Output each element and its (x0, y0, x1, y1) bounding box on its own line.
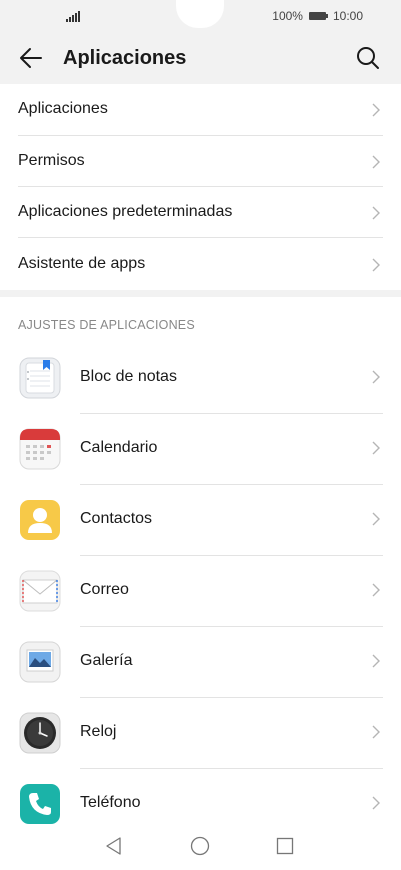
nav-recent-apps-icon[interactable] (276, 837, 294, 855)
app-item-label: Correo (80, 581, 129, 598)
chevron-right-icon (372, 155, 380, 169)
app-item-label: Galería (80, 652, 133, 669)
app-item-contacts[interactable]: Contactos (18, 485, 383, 556)
app-bar: Aplicaciones (0, 34, 401, 82)
settings-item-aplicaciones[interactable]: Aplicaciones (18, 84, 383, 136)
settings-card: Aplicaciones Permisos Aplicaciones prede… (0, 84, 401, 290)
chevron-right-icon (372, 103, 380, 117)
app-item-label: Reloj (80, 723, 117, 740)
contacts-icon (20, 500, 60, 540)
settings-item-label: Aplicaciones (18, 100, 108, 117)
app-item-phone[interactable]: Teléfono (18, 769, 383, 825)
phone-icon (20, 784, 60, 824)
chevron-right-icon (372, 654, 380, 668)
app-item-label: Bloc de notas (80, 368, 177, 385)
battery-percent: 100% (272, 9, 303, 23)
settings-item-label: Aplicaciones predeterminadas (18, 203, 233, 220)
gallery-icon (19, 641, 61, 683)
signal-icon (66, 10, 80, 22)
page-title: Aplicaciones (63, 47, 187, 69)
search-icon[interactable] (355, 45, 381, 71)
chevron-right-icon (372, 725, 380, 739)
app-settings-card: AJUSTES DE APLICACIONES Bloc de notas Ca… (0, 297, 401, 825)
chevron-right-icon (372, 206, 380, 220)
chevron-right-icon (372, 258, 380, 272)
settings-item-predeterminadas[interactable]: Aplicaciones predeterminadas (18, 187, 383, 238)
settings-item-label: Permisos (18, 152, 85, 169)
status-right: 100% 10:00 (272, 9, 363, 23)
nav-back-icon[interactable] (104, 836, 124, 856)
notepad-icon (19, 357, 61, 399)
clock-icon (19, 712, 61, 754)
nav-home-icon[interactable] (190, 836, 210, 856)
system-nav-bar (0, 825, 401, 870)
chevron-right-icon (372, 512, 380, 526)
app-item-label: Calendario (80, 439, 158, 456)
chevron-right-icon (372, 370, 380, 384)
app-item-label: Teléfono (80, 794, 141, 811)
settings-item-label: Asistente de apps (18, 255, 146, 272)
section-header: AJUSTES DE APLICACIONES (18, 318, 195, 332)
clock-time: 10:00 (332, 9, 363, 23)
back-arrow-icon[interactable] (18, 45, 44, 71)
app-item-clock[interactable]: Reloj (18, 698, 383, 769)
mail-icon (19, 570, 61, 612)
calendar-icon (19, 428, 61, 470)
camera-notch (176, 0, 224, 28)
settings-item-permisos[interactable]: Permisos (18, 136, 383, 187)
app-item-notepad[interactable]: Bloc de notas (18, 343, 383, 414)
app-item-gallery[interactable]: Galería (18, 627, 383, 698)
settings-item-asistente[interactable]: Asistente de apps (18, 238, 383, 290)
status-bar: 100% 10:00 (0, 0, 401, 34)
chevron-right-icon (372, 583, 380, 597)
app-item-label: Contactos (80, 510, 153, 527)
app-item-calendar[interactable]: Calendario (18, 414, 383, 485)
chevron-right-icon (372, 796, 380, 810)
app-item-mail[interactable]: Correo (18, 556, 383, 627)
battery-icon (308, 12, 328, 20)
chevron-right-icon (372, 441, 380, 455)
